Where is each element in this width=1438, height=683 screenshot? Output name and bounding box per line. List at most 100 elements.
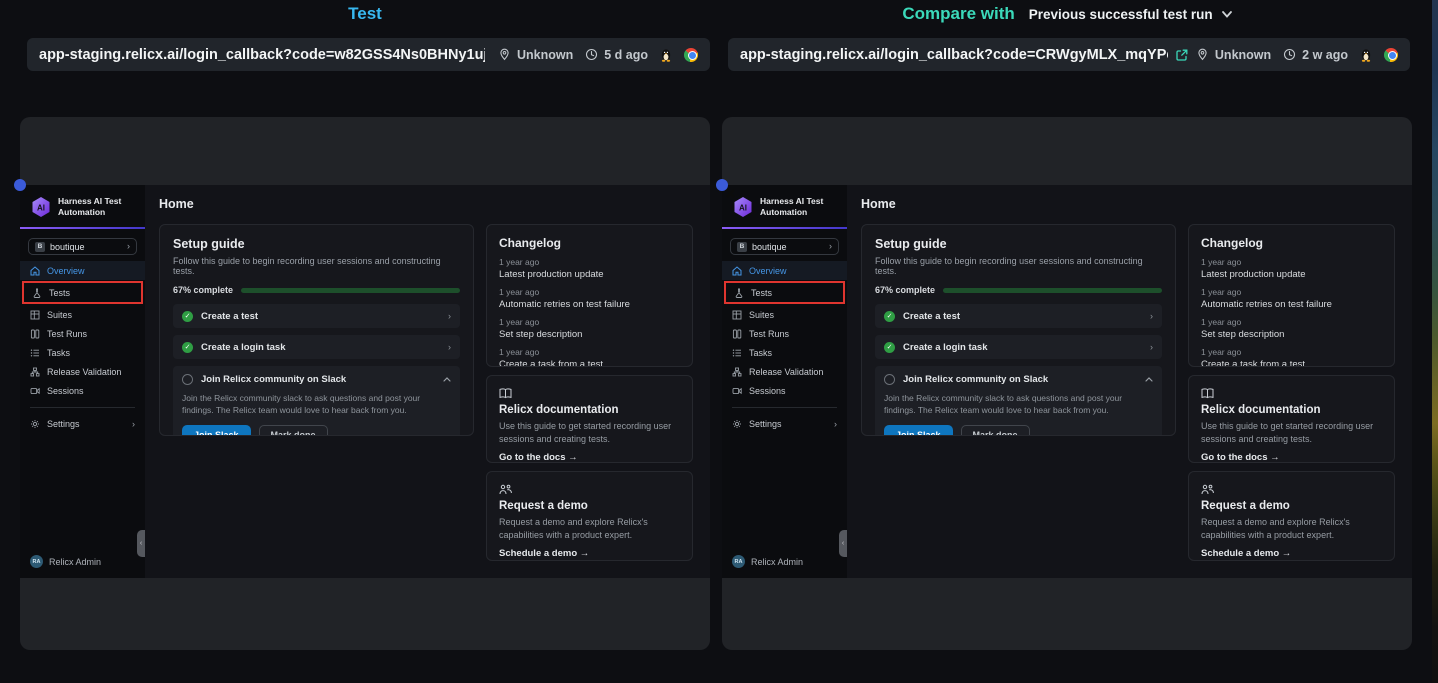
sidebar-item-test-runs[interactable]: Test Runs <box>722 324 847 343</box>
check-icon: ✓ <box>182 311 193 322</box>
columns-icon <box>732 329 742 339</box>
changelog-entry: 1 year ago Latest production update <box>1201 257 1382 280</box>
setup-guide-card: Setup guide Follow this guide to begin r… <box>159 224 474 436</box>
sidebar-item-tests[interactable]: Tests <box>726 283 843 302</box>
chrome-icon <box>684 48 698 62</box>
join-slack-button[interactable]: Join Slack <box>182 425 251 436</box>
sidebar-divider <box>732 407 837 408</box>
mark-done-button[interactable]: Mark done <box>259 425 328 436</box>
sidebar-item-tests[interactable]: Tests <box>24 283 141 302</box>
app-sidebar: AI Harness AI Test Automation B boutique… <box>722 185 847 578</box>
flask-icon <box>32 288 42 298</box>
setup-guide-description: Follow this guide to begin recording use… <box>173 256 460 276</box>
sidebar-item-settings[interactable]: Settings › <box>20 414 145 433</box>
sidebar-item-overview[interactable]: Overview <box>20 261 145 280</box>
left-url-text: app-staging.relicx.ai/login_callback?cod… <box>39 47 485 63</box>
table-grid-icon <box>732 310 742 320</box>
changelog-entry: 1 year ago Automatic retries on test fai… <box>1201 287 1382 310</box>
progress-bar <box>943 288 1162 293</box>
gear-icon <box>30 419 40 429</box>
avatar: RA <box>30 555 43 568</box>
video-session-icon <box>30 386 40 396</box>
chevron-up-icon <box>443 377 451 382</box>
harness-logo-icon: AI <box>30 196 52 218</box>
app-screenshot: AI Harness AI Test Automation B boutique… <box>722 185 1412 578</box>
go-to-docs-link[interactable]: Go to the docs → <box>499 452 680 463</box>
clock-icon <box>1283 48 1296 61</box>
clock-icon <box>585 48 598 61</box>
tests-annotation-box: Tests <box>724 281 845 304</box>
schedule-demo-link[interactable]: Schedule a demo → <box>1201 548 1382 559</box>
chrome-icon <box>1384 48 1398 62</box>
chevron-right-icon: › <box>1150 342 1153 352</box>
sidebar-item-release-validation[interactable]: Release Validation <box>722 362 847 381</box>
left-url-bar[interactable]: app-staging.relicx.ai/login_callback?cod… <box>27 38 710 71</box>
sidebar-item-suites[interactable]: Suites <box>20 305 145 324</box>
sidebar-item-sessions[interactable]: Sessions <box>722 381 847 400</box>
sidebar-item-overview[interactable]: Overview <box>722 261 847 280</box>
linux-tux-icon <box>1360 48 1372 62</box>
gear-icon <box>732 419 742 429</box>
home-icon <box>30 266 40 276</box>
join-slack-button[interactable]: Join Slack <box>884 425 953 436</box>
sidebar-item-tasks[interactable]: Tasks <box>722 343 847 362</box>
right-url-bar[interactable]: app-staging.relicx.ai/login_callback?cod… <box>728 38 1410 71</box>
changelog-card: Changelog 1 year ago Latest production u… <box>1188 224 1395 367</box>
sidebar-item-suites[interactable]: Suites <box>722 305 847 324</box>
sidebar-divider <box>30 407 135 408</box>
left-screenshot-panel: AI Harness AI Test Automation B boutique… <box>20 117 710 650</box>
unchecked-circle-icon <box>182 374 193 385</box>
project-badge: B <box>737 242 747 252</box>
sidebar-user[interactable]: RA Relicx Admin <box>722 547 847 578</box>
setup-guide-description: Follow this guide to begin recording use… <box>875 256 1162 276</box>
check-icon: ✓ <box>884 311 895 322</box>
project-selector[interactable]: B boutique › <box>28 238 137 255</box>
sidebar-item-test-runs[interactable]: Test Runs <box>20 324 145 343</box>
changelog-entry: 1 year ago Automatic retries on test fai… <box>499 287 680 310</box>
svg-text:AI: AI <box>37 204 45 213</box>
request-demo-title: Request a demo <box>1201 500 1382 512</box>
slack-task-header[interactable]: Join Relicx community on Slack <box>182 374 451 385</box>
right-run-header: Compare with Previous successful test ru… <box>722 0 1412 28</box>
sidebar-item-sessions[interactable]: Sessions <box>20 381 145 400</box>
request-demo-description: Request a demo and explore Relicx's capa… <box>499 516 680 542</box>
setup-task-create-test[interactable]: ✓ Create a test › <box>173 304 460 328</box>
chevron-right-icon: › <box>127 242 130 251</box>
external-link-icon[interactable] <box>1175 48 1189 62</box>
brand-name: Harness AI Test Automation <box>760 196 826 218</box>
sidebar-collapse-handle[interactable]: ‹ <box>137 530 145 557</box>
documentation-title: Relicx documentation <box>499 404 680 416</box>
request-demo-card: Request a demo Request a demo and explor… <box>486 471 693 561</box>
changelog-title: Changelog <box>499 236 680 250</box>
sidebar-item-tasks[interactable]: Tasks <box>20 343 145 362</box>
brand-divider <box>20 227 145 229</box>
people-icon <box>1201 484 1214 495</box>
sidebar-item-release-validation[interactable]: Release Validation <box>20 362 145 381</box>
compare-with-label: Compare with <box>902 4 1014 24</box>
task-list-icon <box>732 348 742 358</box>
project-name: boutique <box>752 242 787 252</box>
user-name: Relicx Admin <box>751 557 803 567</box>
setup-task-create-test[interactable]: ✓ Create a test › <box>875 304 1162 328</box>
changelog-entry: 1 year ago Create a task from a test <box>499 347 680 367</box>
request-demo-title: Request a demo <box>499 500 680 512</box>
sidebar-collapse-handle[interactable]: ‹ <box>839 530 847 557</box>
page-title: Home <box>861 197 1398 211</box>
setup-task-create-login-task[interactable]: ✓ Create a login task › <box>875 335 1162 359</box>
page-title: Home <box>159 197 696 211</box>
project-selector[interactable]: B boutique › <box>730 238 839 255</box>
sidebar-item-settings[interactable]: Settings › <box>722 414 847 433</box>
compare-run-selector[interactable]: Previous successful test run <box>1029 7 1232 22</box>
check-icon: ✓ <box>884 342 895 353</box>
chevron-right-icon: › <box>448 342 451 352</box>
sidebar-nav: Overview Tests Suites Test Runs <box>20 261 145 400</box>
sidebar-user[interactable]: RA Relicx Admin <box>20 547 145 578</box>
go-to-docs-link[interactable]: Go to the docs → <box>1201 452 1382 463</box>
mark-done-button[interactable]: Mark done <box>961 425 1030 436</box>
slack-task-header[interactable]: Join Relicx community on Slack <box>884 374 1153 385</box>
mouse-cursor-icon <box>726 189 735 198</box>
schedule-demo-link[interactable]: Schedule a demo → <box>499 548 680 559</box>
documentation-card: Relicx documentation Use this guide to g… <box>1188 375 1395 463</box>
setup-task-create-login-task[interactable]: ✓ Create a login task › <box>173 335 460 359</box>
people-icon <box>499 484 512 495</box>
